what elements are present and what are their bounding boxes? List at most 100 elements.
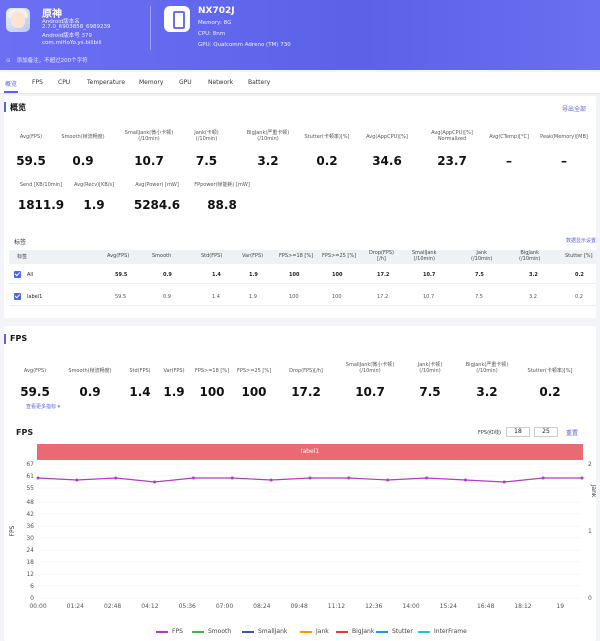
row-checkbox[interactable] xyxy=(14,293,21,300)
section-accent xyxy=(4,334,6,344)
cell: 17.2 xyxy=(377,272,390,278)
metric-value: – xyxy=(561,154,567,168)
metric-value: 5284.6 xyxy=(133,198,181,212)
y2-tick-label: 0 xyxy=(588,595,592,602)
col-header: FPS>=18 [%] xyxy=(279,253,314,259)
more-metrics-link[interactable]: 查看更多指标 ▾ xyxy=(26,403,60,410)
x-tick-label: 12:36 xyxy=(365,603,382,610)
x-tick-label: 18:12 xyxy=(514,603,531,610)
metric-label: SmallJank(微小卡顿) (/10min) xyxy=(124,130,174,142)
tags-title: 标签 xyxy=(14,239,27,246)
cell: 1.4 xyxy=(212,272,221,278)
label-range-bar[interactable]: label1 xyxy=(37,444,583,460)
table-header: 标签 Avg(FPS) Smooth Std(FPS) Var(FPS) FPS… xyxy=(9,250,596,264)
y-axis-label: FPS xyxy=(9,525,16,536)
metric-value: 0.9 xyxy=(79,385,101,399)
cell: 1.4 xyxy=(212,294,220,300)
legend-stutter[interactable]: Stutter xyxy=(376,628,413,635)
legend-label: BigJank xyxy=(352,628,375,635)
col-header: Stutter [%] xyxy=(565,253,593,259)
chart-title: FPS xyxy=(16,428,34,437)
phone-icon xyxy=(164,6,190,32)
cell: 1.9 xyxy=(249,272,258,278)
legend-smooth[interactable]: Smooth xyxy=(192,628,231,635)
data-display-settings-link[interactable]: 数据显示设置 xyxy=(566,237,596,244)
metric-value: 0.2 xyxy=(539,385,561,399)
fps-low-input[interactable]: 18 xyxy=(506,427,530,437)
cell: 17.2 xyxy=(377,294,389,300)
legend-jank[interactable]: Jank xyxy=(300,628,329,635)
x-tick-label: 09:48 xyxy=(290,603,307,610)
col-header: Avg(FPS) xyxy=(107,253,130,259)
fps-point xyxy=(463,478,467,482)
reset-button[interactable]: 重置 xyxy=(566,428,578,437)
tab-memory[interactable]: Memory xyxy=(139,79,163,86)
more-metrics-label: 查看更多指标 xyxy=(26,404,57,410)
metric-label: Avg(Recv)[KB/s] xyxy=(73,182,115,188)
tab-cpu[interactable]: CPU xyxy=(58,79,70,86)
tab-network[interactable]: Network xyxy=(208,79,233,86)
tab-gpu[interactable]: GPU xyxy=(179,79,192,86)
legend-fps[interactable]: FPS xyxy=(156,628,183,635)
table-row[interactable]: All 59.5 0.9 1.4 1.9 100 100 17.2 10.7 7… xyxy=(9,266,596,284)
metric-label: Avg(Power) [mW] xyxy=(135,182,179,188)
legend-label: Stutter xyxy=(392,628,413,635)
fps-point xyxy=(191,476,195,480)
legend-swatch xyxy=(242,630,254,633)
legend-swatch xyxy=(156,630,168,633)
x-tick-label: 04:12 xyxy=(141,603,158,610)
metric-label: Std(FPS) xyxy=(129,368,151,374)
metric-value: 0.2 xyxy=(316,154,338,168)
metric-label: BigJank(严重卡顿) (/10min) xyxy=(465,362,509,374)
legend-label: Jank xyxy=(316,628,329,635)
tab-overview[interactable]: 概览 xyxy=(5,79,17,88)
y-tick-label: 36 xyxy=(26,523,34,530)
fps-point xyxy=(502,480,506,484)
cell: 3.2 xyxy=(529,272,538,278)
col-header: SmallJank (/10min) xyxy=(412,250,437,262)
overview-title: 概览 xyxy=(10,103,26,112)
metric-label: Send [KB/10min] xyxy=(19,182,63,188)
metric-value: 10.7 xyxy=(355,385,385,399)
fps-point xyxy=(36,476,40,480)
cell: 10.7 xyxy=(423,272,436,278)
row-checkbox[interactable] xyxy=(14,271,21,278)
fps-section-title: FPS xyxy=(10,334,28,343)
metric-label: FPpower(帧能耗) [mW] xyxy=(194,182,250,188)
x-tick-label: 16:48 xyxy=(477,603,494,610)
metric-value: 17.2 xyxy=(291,385,321,399)
metric-label: Stutter(卡顿率)[%] xyxy=(527,368,573,374)
remark-field[interactable]: ⊙ 添加备注，不超过200个字符 xyxy=(6,56,88,64)
metric-value: 3.2 xyxy=(476,385,498,399)
metric-label: Stutter(卡顿率)[%] xyxy=(304,134,350,140)
col-header: Smooth xyxy=(152,253,172,259)
tab-temperature[interactable]: Temperature xyxy=(87,79,125,86)
x-tick-label: 11:12 xyxy=(328,603,345,610)
legend-interframe[interactable]: InterFrame xyxy=(418,628,467,635)
cell: 7.5 xyxy=(475,272,484,278)
y-tick-label: 0 xyxy=(30,595,34,602)
legend-smalljank[interactable]: SmallJank xyxy=(242,628,287,635)
legend-bigjank[interactable]: BigJank xyxy=(336,628,374,635)
tab-battery[interactable]: Battery xyxy=(248,79,270,86)
export-all-link[interactable]: 导出全部 xyxy=(562,104,586,113)
legend-swatch xyxy=(418,630,430,633)
cell: All xyxy=(27,272,34,278)
table-row[interactable]: label1 59.5 0.9 1.4 1.9 100 100 17.2 10.… xyxy=(9,288,596,306)
fps-high-input[interactable]: 25 xyxy=(534,427,558,437)
fps-point xyxy=(386,478,390,482)
metric-value: 100 xyxy=(241,385,267,399)
x-tick-label: 01:24 xyxy=(67,603,84,610)
tab-fps[interactable]: FPS xyxy=(32,79,43,86)
fps-range-label: FPS(红线) xyxy=(478,430,501,436)
metric-value: 59.5 xyxy=(16,154,46,168)
fps-chart[interactable]: 0612182430364248556167012FPSJank00:00 01:… xyxy=(4,460,596,620)
metric-label: FPS>=25 [%] xyxy=(236,368,272,374)
fps-point xyxy=(541,476,545,480)
section-accent xyxy=(4,102,6,112)
metric-value: 7.5 xyxy=(419,385,441,399)
y-tick-label: 24 xyxy=(26,547,34,554)
metric-label: BigJank(严重卡顿) (/10min) xyxy=(246,130,290,142)
fps-point xyxy=(425,476,429,480)
legend-label: Smooth xyxy=(208,628,232,635)
